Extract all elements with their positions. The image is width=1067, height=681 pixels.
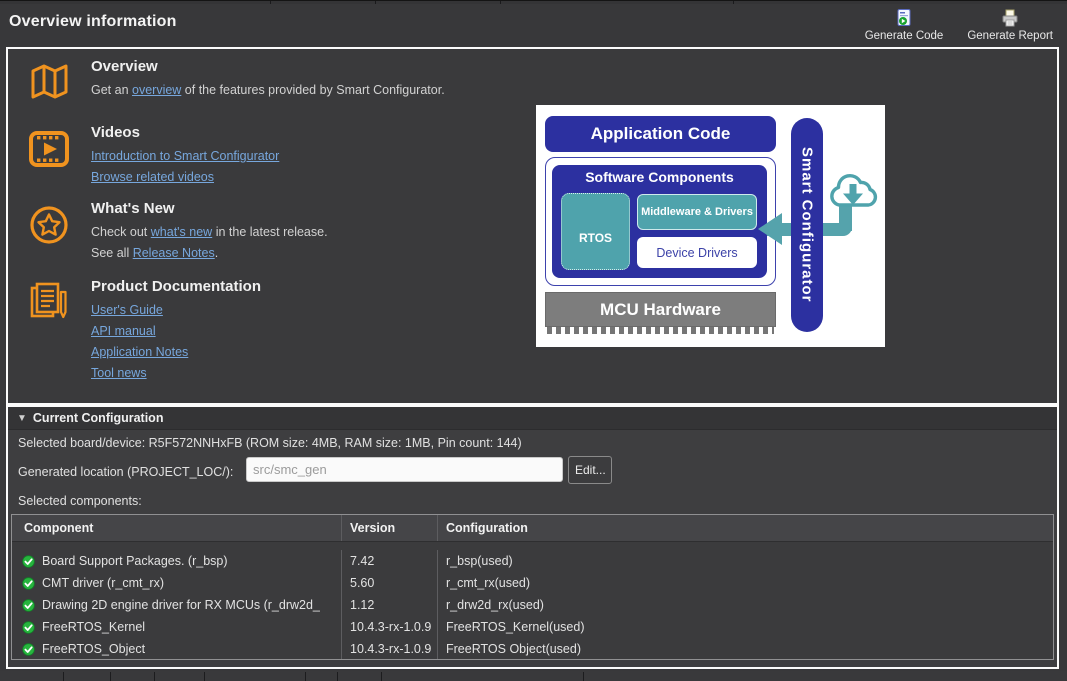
- users-guide-link[interactable]: User's Guide: [91, 303, 163, 317]
- generated-location-label: Generated location (PROJECT_LOC/):: [18, 465, 233, 479]
- check-icon: [22, 599, 35, 612]
- section-text-line: Get an overview of the features provided…: [91, 80, 445, 101]
- whats-new-link[interactable]: what's new: [151, 225, 212, 239]
- section-title: Videos: [91, 124, 279, 141]
- cloud-download-icon: [827, 171, 879, 215]
- section-text-line: Check out what's new in the latest relea…: [91, 222, 328, 243]
- star-icon: [28, 204, 70, 246]
- diagram-application-code: Application Code: [545, 116, 776, 152]
- section-text-line: See all Release Notes.: [91, 243, 328, 264]
- intro-video-link[interactable]: Introduction to Smart Configurator: [91, 149, 279, 163]
- component-version: 7.42: [342, 550, 438, 572]
- architecture-diagram: Application Code Software Components RTO…: [536, 105, 885, 347]
- diagram-device-drivers-box: Device Drivers: [637, 237, 757, 268]
- component-version: 1.12: [342, 594, 438, 616]
- tool-news-link[interactable]: Tool news: [91, 366, 147, 380]
- generate-code-icon: [894, 8, 914, 28]
- diagram-mcu-hardware-box: MCU Hardware: [545, 292, 776, 327]
- content-frame: Overview Get an overview of the features…: [6, 47, 1059, 669]
- check-icon: [22, 577, 35, 590]
- section-title: What's New: [91, 200, 328, 217]
- check-icon: [22, 555, 35, 568]
- section-product-documentation: Product Documentation User's Guide API ma…: [28, 278, 261, 384]
- component-name: Drawing 2D engine driver for RX MCUs (r_…: [42, 598, 320, 612]
- section-text-line: Browse related videos: [91, 167, 279, 188]
- generate-code-label: Generate Code: [865, 30, 944, 42]
- current-configuration-header[interactable]: ▼ Current Configuration: [8, 407, 1057, 430]
- component-version: 5.60: [342, 572, 438, 594]
- generated-location-input[interactable]: [246, 457, 563, 482]
- selected-board-device-text: Selected board/device: R5F572NNHxFB (ROM…: [18, 436, 522, 450]
- section-text-line: User's Guide: [91, 300, 261, 321]
- column-header-configuration[interactable]: Configuration: [438, 515, 1053, 541]
- check-icon: [22, 621, 35, 634]
- api-manual-link[interactable]: API manual: [91, 324, 156, 338]
- section-text-line: Application Notes: [91, 342, 261, 363]
- component-name: CMT driver (r_cmt_rx): [42, 576, 164, 590]
- diagram-mcu-pins: [547, 327, 774, 334]
- components-table-body: 8-Bit Timer1.10.0Config_TMR0(TMR0: used)…: [12, 542, 1053, 660]
- diagram-smart-configurator-bar: Smart Configurator: [791, 118, 823, 332]
- table-row[interactable]: FreeRTOS_Object 10.4.3-rx-1.0.9FreeRTOS O…: [12, 638, 1053, 660]
- bottom-tab-strip: [0, 671, 1067, 681]
- generate-report-label: Generate Report: [967, 30, 1053, 42]
- video-icon: [28, 128, 70, 170]
- selected-components-label: Selected components:: [18, 494, 142, 508]
- diagram-arrow-head: [758, 213, 782, 245]
- application-notes-link[interactable]: Application Notes: [91, 345, 188, 359]
- diagram-middleware-box: Middleware & Drivers: [637, 194, 757, 230]
- section-text-line: Introduction to Smart Configurator: [91, 146, 279, 167]
- map-icon: [28, 62, 70, 104]
- generate-report-icon: [1000, 8, 1020, 28]
- component-configuration: r_bsp(used): [438, 550, 1053, 572]
- edit-button[interactable]: Edit...: [568, 456, 612, 484]
- generate-code-button[interactable]: Generate Code: [861, 7, 948, 43]
- editor-header: Overview information Generate Code Gener…: [0, 4, 1067, 47]
- header-actions: Generate Code Generate Report: [861, 7, 1057, 43]
- documentation-icon: [28, 282, 70, 324]
- current-configuration-panel: ▼ Current Configuration Selected board/d…: [8, 407, 1057, 667]
- overview-link[interactable]: overview: [132, 83, 181, 97]
- component-version: 10.4.3-rx-1.0.9: [342, 638, 438, 660]
- smart-configurator-window: { "header": { "title": "Overview informa…: [0, 0, 1067, 681]
- components-table-header: Component Version Configuration: [12, 515, 1053, 542]
- component-name: FreeRTOS_Object: [42, 642, 145, 656]
- table-row[interactable]: 8-Bit Timer1.10.0Config_TMR0(TMR0: used): [12, 542, 1053, 550]
- table-row[interactable]: Board Support Packages. (r_bsp) 7.42r_bsp…: [12, 550, 1053, 572]
- overview-panel: Overview Get an overview of the features…: [8, 49, 1057, 403]
- section-text-line: Tool news: [91, 363, 261, 384]
- generate-report-button[interactable]: Generate Report: [963, 7, 1057, 43]
- component-configuration: FreeRTOS Object(used): [438, 638, 1053, 660]
- table-row[interactable]: Drawing 2D engine driver for RX MCUs (r_…: [12, 594, 1053, 616]
- column-header-version[interactable]: Version: [342, 515, 438, 541]
- section-text-line: API manual: [91, 321, 261, 342]
- component-configuration: r_drw2d_rx(used): [438, 594, 1053, 616]
- table-row[interactable]: CMT driver (r_cmt_rx) 5.60r_cmt_rx(used): [12, 572, 1053, 594]
- table-row[interactable]: FreeRTOS_Kernel 10.4.3-rx-1.0.9FreeRTOS_K…: [12, 616, 1053, 638]
- component-configuration: FreeRTOS_Kernel(used): [438, 616, 1053, 638]
- diagram-rtos-box: RTOS: [561, 193, 630, 270]
- release-notes-link[interactable]: Release Notes: [133, 246, 215, 260]
- page-title: Overview information: [9, 13, 177, 31]
- section-title: Overview: [91, 58, 445, 75]
- diagram-software-components-label: Software Components: [552, 169, 767, 185]
- component-name: FreeRTOS_Kernel: [42, 620, 145, 634]
- component-configuration: r_cmt_rx(used): [438, 572, 1053, 594]
- section-title: Product Documentation: [91, 278, 261, 295]
- collapse-triangle-icon: ▼: [17, 413, 27, 424]
- section-overview: Overview Get an overview of the features…: [28, 58, 445, 101]
- check-icon: [22, 643, 35, 656]
- section-whats-new: What's New Check out what's new in the l…: [28, 200, 328, 264]
- component-version: 10.4.3-rx-1.0.9: [342, 616, 438, 638]
- browse-videos-link[interactable]: Browse related videos: [91, 170, 214, 184]
- components-table: Component Version Configuration 8-Bit Ti…: [11, 514, 1054, 660]
- current-configuration-title: Current Configuration: [33, 411, 164, 425]
- component-name: Board Support Packages. (r_bsp): [42, 554, 228, 568]
- column-header-component[interactable]: Component: [12, 515, 342, 541]
- section-videos: Videos Introduction to Smart Configurato…: [28, 124, 279, 188]
